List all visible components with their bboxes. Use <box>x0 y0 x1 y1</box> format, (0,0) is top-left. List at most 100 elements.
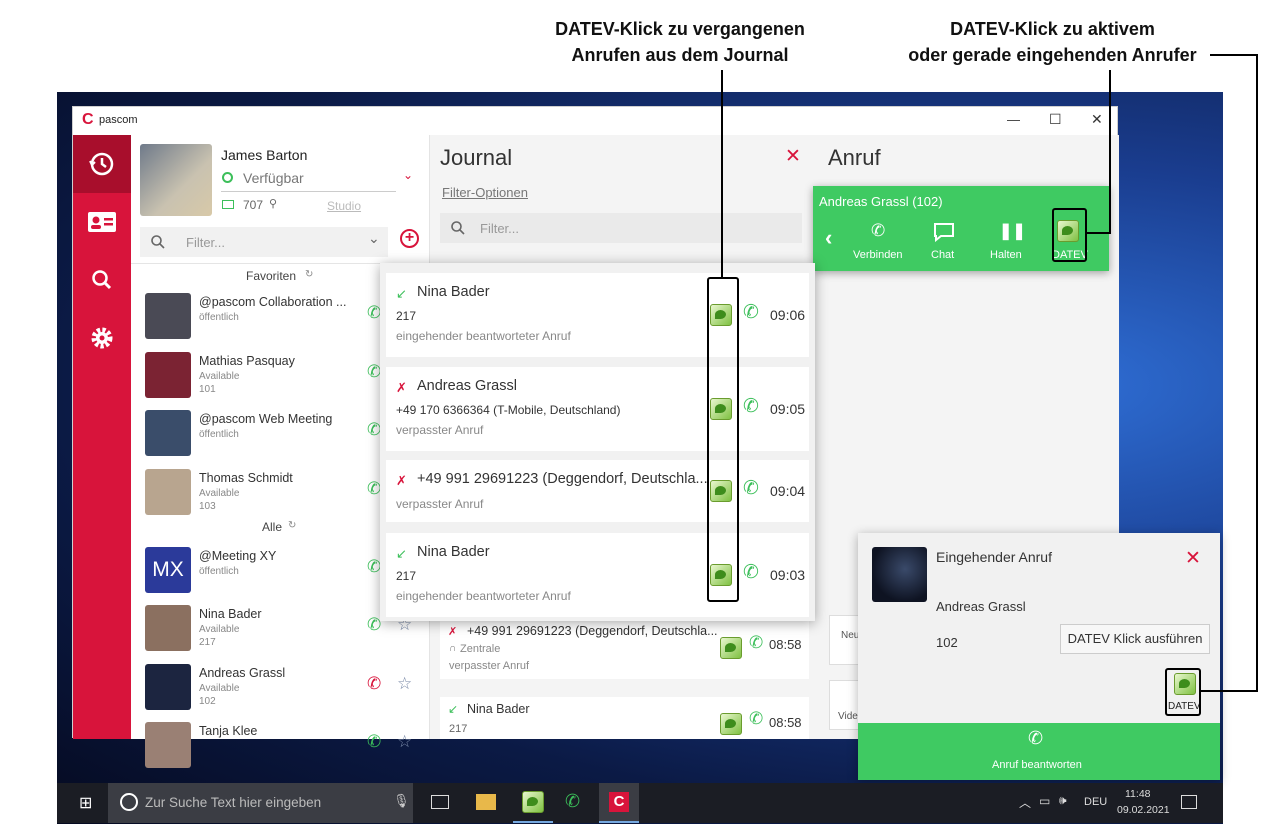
journal-entry-time: 09:05 <box>770 401 806 417</box>
phone-icon[interactable]: ✆ <box>749 709 763 729</box>
nav-search[interactable] <box>73 251 131 309</box>
close-button[interactable]: ✕ <box>1091 111 1103 128</box>
answer-call-button[interactable]: ✆ Anruf beantworten <box>858 723 1220 780</box>
close-icon[interactable]: ✕ <box>1185 547 1201 570</box>
app-name: pascom <box>99 114 138 126</box>
profile-status[interactable]: Verfügbar <box>243 170 304 186</box>
phone-icon: ✆ <box>1028 728 1044 748</box>
minimize-button[interactable]: — <box>1007 112 1020 127</box>
pascom-taskbar-button[interactable]: C <box>599 783 639 823</box>
back-chevron-icon[interactable]: ‹ <box>825 225 832 251</box>
contacts-filter-input[interactable]: Filter... ⌄ <box>140 227 388 257</box>
microphone-icon[interactable]: 🎙 <box>393 793 410 809</box>
side-card[interactable]: Vide <box>829 680 859 730</box>
answer-call-label: Anruf beantworten <box>992 759 1082 771</box>
chevron-down-icon[interactable]: ⌄ <box>403 168 413 182</box>
desk-phone-icon <box>222 200 234 209</box>
favorite-star-icon[interactable]: ☆ <box>397 674 412 694</box>
contact-name: Andreas Grassl <box>199 666 286 680</box>
phone-icon[interactable]: ✆ <box>749 633 763 653</box>
file-explorer-icon[interactable] <box>476 794 496 810</box>
taskbar-search-placeholder: Zur Suche Text hier eingeben <box>145 795 322 810</box>
favorite-star-icon[interactable]: ☆ <box>397 732 412 752</box>
call-back-icon[interactable]: ✆ <box>743 301 759 324</box>
incoming-call-icon: ↙ <box>396 546 407 561</box>
chat-label: Chat <box>931 249 955 261</box>
headset-icon: ∩ <box>449 643 457 654</box>
caller-avatar <box>872 547 927 602</box>
maximize-button[interactable]: ☐ <box>1049 111 1062 128</box>
close-journal-icon[interactable]: ✕ <box>785 145 801 168</box>
nav-rail <box>73 135 131 739</box>
contact-status: öffentlich <box>199 429 239 440</box>
notification-center-icon[interactable] <box>1181 795 1197 809</box>
journal-filter-input[interactable]: Filter... <box>440 213 802 243</box>
call-back-icon[interactable]: ✆ <box>743 395 759 418</box>
datev-icon[interactable] <box>720 637 742 659</box>
clock-time[interactable]: 11:48 <box>1125 788 1151 800</box>
contacts-filter-placeholder: Filter... <box>186 235 226 250</box>
journal-entry[interactable]: ↙ Nina Bader 217 eingehender beantworteter … <box>386 273 809 357</box>
contact-name: Mathias Pasquay <box>199 354 295 368</box>
incoming-pointer-line <box>1256 54 1258 692</box>
incoming-caller: Andreas Grassl <box>936 599 1026 614</box>
clock-date[interactable]: 09.02.2021 <box>1117 804 1170 816</box>
connect-button[interactable]: ✆ Verbinden <box>849 218 907 264</box>
contact-row[interactable]: Tanja Klee ✆ ☆ <box>131 720 429 770</box>
refresh-icon[interactable]: ↻ <box>305 269 313 280</box>
profile-avatar[interactable] <box>140 144 212 216</box>
refresh-icon[interactable]: ↻ <box>288 520 296 531</box>
journal-filter-placeholder: Filter... <box>480 221 520 236</box>
contact-status: Available <box>199 683 240 694</box>
taskbar-search[interactable]: Zur Suche Text hier eingeben 🎙 <box>108 783 413 823</box>
journal-note: DATEV-Klick zu vergangenen Anrufen aus d… <box>520 16 840 68</box>
add-contact-icon[interactable]: + <box>400 229 419 248</box>
network-icon[interactable]: ▭ <box>1039 794 1050 808</box>
filter-options-link[interactable]: Filter-Optionen <box>442 185 528 200</box>
windows-start-icon[interactable]: ⊞ <box>79 793 92 813</box>
journal-entry[interactable]: ✗ Andreas Grassl +49 170 6366364 (T-Mobile… <box>386 367 809 451</box>
chat-button[interactable]: Chat <box>923 218 967 264</box>
active-note-line1: DATEV-Klick zu aktivem <box>950 19 1155 39</box>
nav-contacts[interactable] <box>73 193 131 251</box>
contact-status: öffentlich <box>199 312 239 323</box>
task-view-icon[interactable] <box>431 795 449 809</box>
call-contact-icon[interactable]: ✆ <box>367 732 381 752</box>
input-language[interactable]: DEU <box>1084 796 1107 808</box>
call-back-icon[interactable]: ✆ <box>743 477 759 500</box>
contact-avatar <box>145 664 191 710</box>
favorites-heading: Favoriten <box>246 269 297 283</box>
datev-icon <box>522 791 544 813</box>
journal-entry-name: Nina Bader <box>467 702 530 716</box>
journal-entry-time: 09:06 <box>770 307 806 323</box>
datev-taskbar-button[interactable] <box>513 783 553 823</box>
contact-row[interactable]: Andreas Grassl Available 102 ✆ ☆ <box>131 662 429 712</box>
call-contact-icon[interactable]: ✆ <box>367 674 381 694</box>
journal-entry[interactable]: ✗ +49 991 29691223 (Deggendorf, Deutschla… <box>386 460 809 522</box>
phone-app-icon[interactable]: ✆ <box>565 791 580 812</box>
nav-history[interactable] <box>73 135 131 193</box>
profile-name: James Barton <box>221 147 308 163</box>
contact-card-icon <box>88 212 116 232</box>
call-back-icon[interactable]: ✆ <box>743 561 759 584</box>
journal-entry[interactable]: ✗ +49 991 29691223 (Deggendorf, Deutschl… <box>440 619 810 679</box>
journal-entry[interactable]: ↙ Nina Bader 217 ✆ 08:58 <box>440 697 810 739</box>
journal-datev-highlight <box>707 277 739 602</box>
side-card[interactable]: Neu <box>829 615 859 665</box>
journal-entry-type: eingehender beantworteter Anruf <box>396 589 571 603</box>
journal-entry[interactable]: ↙ Nina Bader 217 eingehender beantworteter … <box>386 533 809 617</box>
nav-settings[interactable] <box>73 309 131 367</box>
datev-click-button[interactable]: DATEV Klick ausführen <box>1060 624 1210 654</box>
datev-icon[interactable] <box>720 713 742 735</box>
profile-location[interactable]: Studio <box>327 199 361 213</box>
tray-chevron-up-icon[interactable]: ︿ <box>1019 794 1031 811</box>
hold-button[interactable]: ❚❚ Halten <box>985 218 1029 264</box>
chevron-down-icon[interactable]: ⌄ <box>368 230 380 247</box>
journal-note-line2: Anrufen aus dem Journal <box>571 45 789 65</box>
active-note: DATEV-Klick zu aktivem oder gerade einge… <box>880 16 1225 68</box>
active-pointer-line <box>1109 70 1111 234</box>
contact-extension: 103 <box>199 501 216 512</box>
status-available-icon <box>222 172 233 183</box>
active-note-line2: oder gerade eingehenden Anrufer <box>908 45 1197 65</box>
volume-icon[interactable]: 🕪 <box>1059 793 1067 808</box>
